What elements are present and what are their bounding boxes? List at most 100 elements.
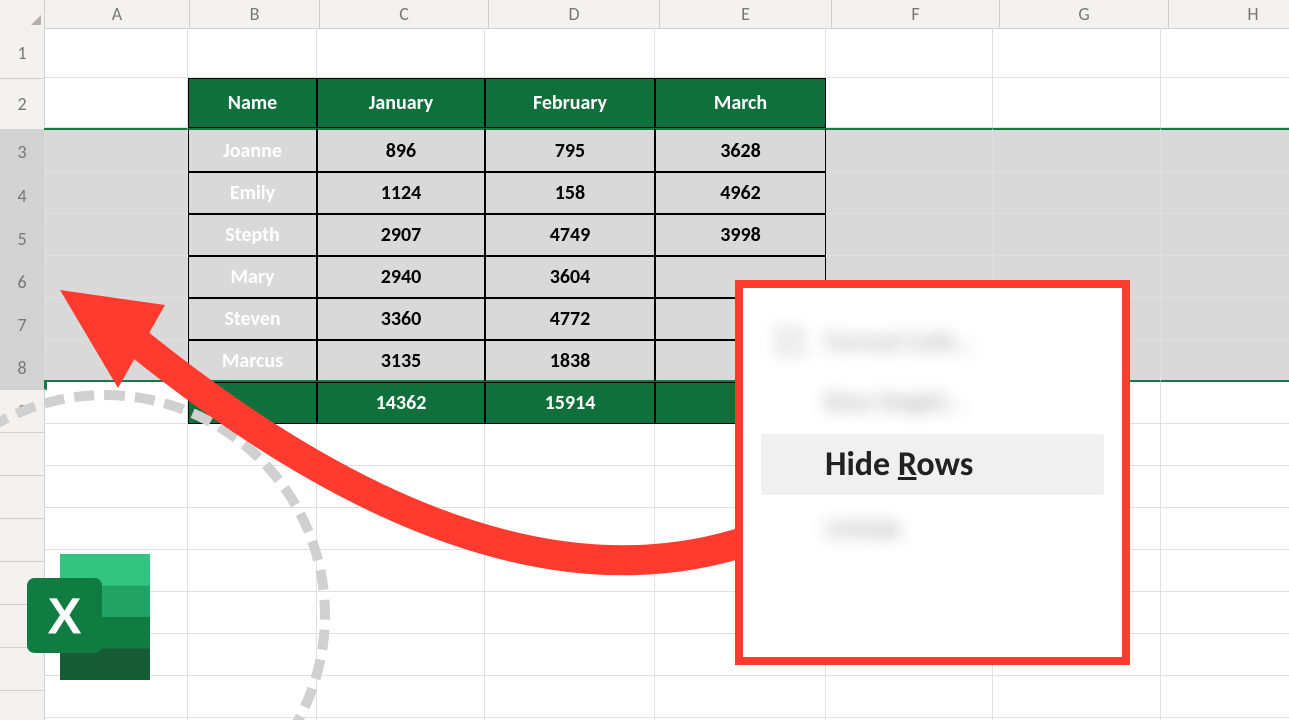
cell[interactable] (485, 676, 655, 718)
cell[interactable] (1161, 592, 1289, 634)
cell[interactable] (317, 424, 485, 466)
table-data-cell[interactable]: 795 (485, 128, 655, 172)
table-footer-cell[interactable]: 15914 (485, 382, 655, 424)
cell[interactable] (1161, 466, 1289, 508)
cell[interactable] (1161, 382, 1289, 424)
menu-item-blurred[interactable]: Format Cells... (761, 314, 1104, 368)
table-footer-cell[interactable]: 14362 (317, 382, 485, 424)
row-header[interactable]: 1 (0, 28, 45, 79)
table-header-cell[interactable]: January (317, 78, 485, 128)
table-name-cell[interactable]: Mary (188, 256, 317, 298)
column-header[interactable]: G (1000, 0, 1169, 29)
cell[interactable] (1161, 550, 1289, 592)
column-header[interactable]: E (660, 0, 832, 29)
cell[interactable] (1161, 78, 1289, 128)
row-header[interactable]: 3 (0, 130, 47, 175)
cell[interactable] (317, 676, 485, 718)
cell[interactable] (485, 28, 655, 78)
table-data-cell[interactable]: 3360 (317, 298, 485, 340)
cell[interactable] (826, 172, 993, 214)
cell[interactable] (44, 128, 188, 172)
cell[interactable] (1161, 28, 1289, 78)
table-header-cell[interactable]: Name (188, 78, 317, 128)
cell[interactable] (485, 424, 655, 466)
cell[interactable] (44, 256, 188, 298)
cell[interactable] (993, 172, 1161, 214)
table-data-cell[interactable]: 158 (485, 172, 655, 214)
row-header[interactable]: 4 (0, 175, 47, 218)
table-name-cell[interactable]: Marcus (188, 340, 317, 382)
table-data-cell[interactable]: 1124 (317, 172, 485, 214)
select-all-corner[interactable] (0, 0, 45, 29)
cell[interactable] (485, 592, 655, 634)
cell[interactable] (485, 466, 655, 508)
row-header[interactable]: 8 (0, 347, 47, 390)
cell[interactable] (993, 214, 1161, 256)
table-data-cell[interactable]: 3604 (485, 256, 655, 298)
table-data-cell[interactable]: 4772 (485, 298, 655, 340)
table-data-cell[interactable]: 896 (317, 128, 485, 172)
table-data-cell[interactable]: 3998 (655, 214, 826, 256)
cell[interactable] (1161, 340, 1289, 382)
table-name-cell[interactable]: Stepth (188, 214, 317, 256)
table-name-cell[interactable]: Emily (188, 172, 317, 214)
cell[interactable] (44, 78, 188, 128)
table-data-cell[interactable]: 4749 (485, 214, 655, 256)
cell[interactable] (993, 78, 1161, 128)
cell[interactable] (1161, 508, 1289, 550)
cell[interactable] (44, 214, 188, 256)
table-name-cell[interactable]: Steven (188, 298, 317, 340)
cell[interactable] (826, 676, 993, 718)
row-header[interactable]: 5 (0, 218, 47, 261)
column-header[interactable]: F (832, 0, 1000, 29)
column-header[interactable]: A (45, 0, 190, 29)
cell[interactable] (188, 28, 317, 78)
cell[interactable] (485, 634, 655, 676)
cell[interactable] (655, 676, 826, 718)
column-header[interactable]: H (1169, 0, 1289, 29)
table-header-cell[interactable]: February (485, 78, 655, 128)
cell[interactable] (1161, 676, 1289, 718)
cell[interactable] (44, 340, 188, 382)
cell[interactable] (1161, 298, 1289, 340)
table-data-cell[interactable]: 3628 (655, 128, 826, 172)
cell[interactable] (44, 172, 188, 214)
cell[interactable] (993, 28, 1161, 78)
cell[interactable] (826, 28, 993, 78)
row-header[interactable]: 2 (0, 79, 45, 130)
cell[interactable] (317, 28, 485, 78)
cell[interactable] (655, 28, 826, 78)
cell[interactable] (993, 676, 1161, 718)
cell[interactable] (317, 508, 485, 550)
cell[interactable] (1161, 172, 1289, 214)
cell[interactable] (826, 78, 993, 128)
cell[interactable] (993, 128, 1161, 172)
cell[interactable] (826, 128, 993, 172)
row-header[interactable]: 7 (0, 304, 47, 347)
table-data-cell[interactable]: 1838 (485, 340, 655, 382)
cell[interactable] (1161, 128, 1289, 172)
cell[interactable] (485, 550, 655, 592)
column-header[interactable]: D (489, 0, 660, 29)
row-header[interactable]: 6 (0, 261, 47, 304)
cell[interactable] (1161, 256, 1289, 298)
cell[interactable] (1161, 424, 1289, 466)
cell[interactable] (485, 508, 655, 550)
cell[interactable] (317, 592, 485, 634)
cell[interactable] (317, 634, 485, 676)
cell[interactable] (317, 466, 485, 508)
menu-item-blurred[interactable]: Unhide (761, 501, 1104, 555)
table-data-cell[interactable]: 2907 (317, 214, 485, 256)
cell[interactable] (317, 550, 485, 592)
column-header[interactable]: B (190, 0, 320, 29)
column-header[interactable]: C (320, 0, 489, 29)
cell[interactable] (1161, 634, 1289, 676)
table-data-cell[interactable]: 2940 (317, 256, 485, 298)
table-data-cell[interactable]: 4962 (655, 172, 826, 214)
table-data-cell[interactable]: 3135 (317, 340, 485, 382)
cell[interactable] (826, 214, 993, 256)
menu-item-blurred[interactable]: Row Height... (761, 374, 1104, 428)
cell[interactable] (44, 28, 188, 78)
cell[interactable] (44, 298, 188, 340)
table-name-cell[interactable]: Joanne (188, 128, 317, 172)
